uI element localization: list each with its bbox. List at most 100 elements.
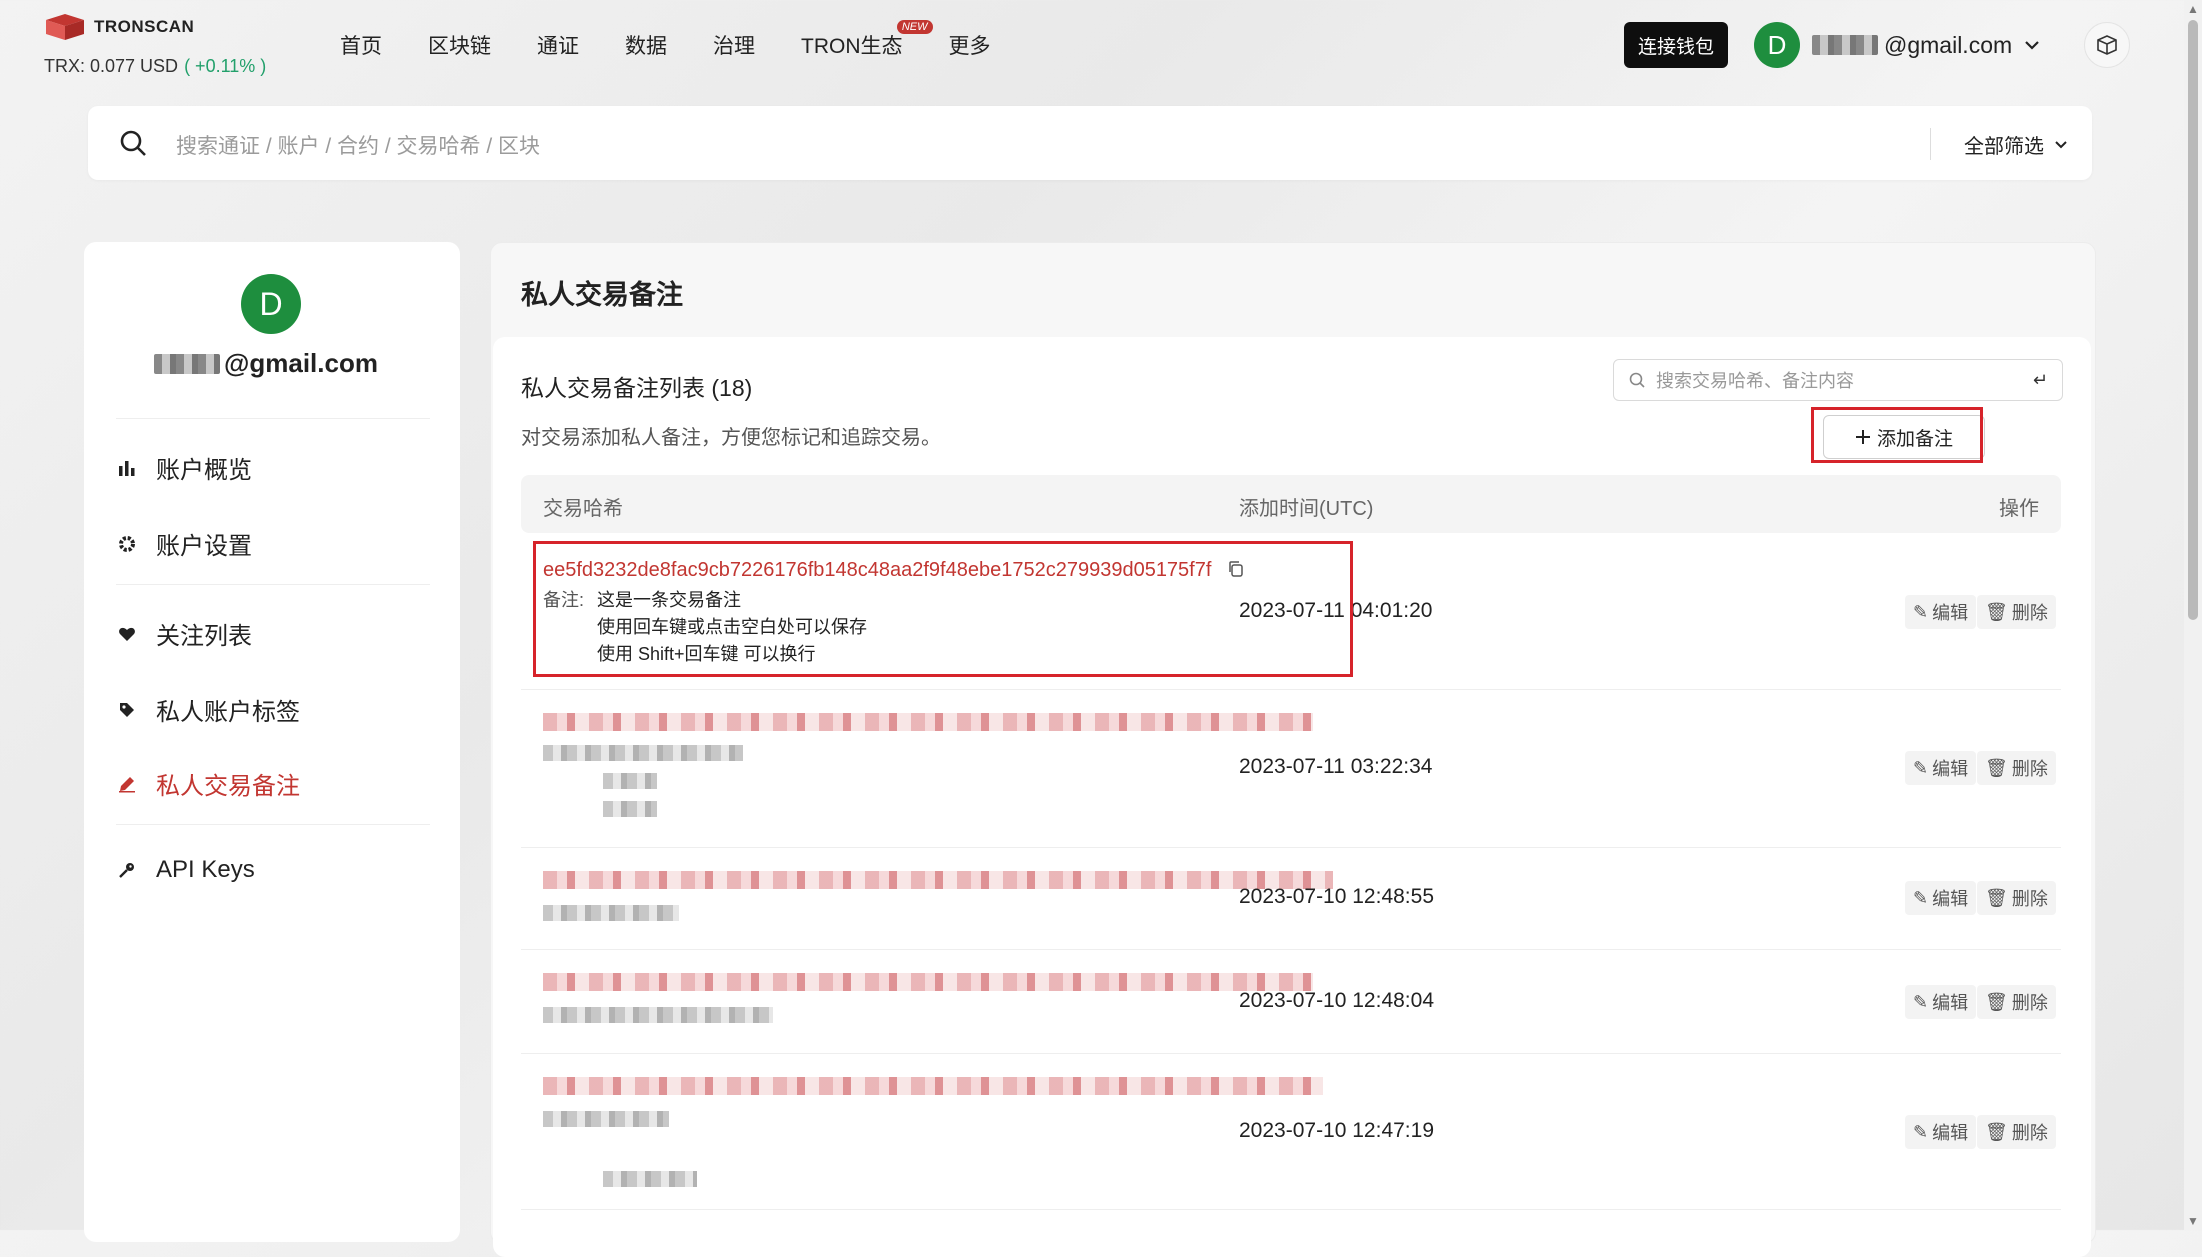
nav-item-data[interactable]: 数据 [625,30,667,60]
redacted-email-prefix [154,353,220,374]
edit-label: 编辑 [1932,759,1969,779]
redacted-tx-hash [543,713,1313,731]
highlight-box-first-row [533,541,1353,677]
edit-button[interactable]: ✎ 编辑 [1905,1115,1977,1149]
delete-button[interactable]: 🗑 删除 [1977,751,2056,785]
page-title: 私人交易备注 [521,280,683,310]
edit-label: 编辑 [1932,1123,1969,1143]
delete-label: 删除 [2011,759,2048,779]
language-button[interactable] [2084,22,2130,68]
chevron-down-icon [2025,41,2039,50]
sidebar-item-label: 私人交易备注 [156,773,300,800]
nav-item-tron-ecosystem-label: TRON生态 [801,35,903,58]
delete-button[interactable]: 🗑 删除 [1977,985,2056,1019]
sidebar-item-account-settings[interactable]: 账户设置 [116,526,252,561]
redacted-tx-hash [543,1077,1323,1095]
pencil-icon [116,775,138,793]
search-divider [1930,128,1931,160]
trx-price: TRX: 0.077 USD( +0.11% ) [44,56,266,77]
sidebar-item-private-account-tags[interactable]: 私人账户标签 [116,692,300,727]
edit-button[interactable]: ✎ 编辑 [1905,595,1977,629]
edit-icon: ✎ [1913,991,1929,1012]
sidebar-item-label: 私人账户标签 [156,699,300,726]
redacted-note [543,905,679,921]
redacted-email-prefix [1812,35,1878,55]
delete-label: 删除 [2011,1123,2048,1143]
sidebar-item-label: 关注列表 [156,623,252,650]
edit-icon: ✎ [1913,1121,1929,1142]
scroll-down-icon[interactable]: ▼ [2187,1214,2199,1228]
nav-item-tokens[interactable]: 通证 [537,30,579,60]
sidebar-avatar: D [241,274,301,334]
notes-search-input[interactable]: 搜索交易哈希、备注内容 [1656,367,2033,393]
enter-icon: ↵ [2032,369,2048,390]
search-filter-dropdown[interactable]: 全部筛选 [1964,130,2068,159]
column-header-hash: 交易哈希 [543,498,623,520]
redacted-tx-hash [543,973,1313,991]
scroll-up-icon[interactable]: ▲ [2187,2,2199,16]
delete-button[interactable]: 🗑 删除 [1977,1115,2056,1149]
redacted-note [603,1171,697,1187]
user-avatar: D [1754,22,1800,68]
nav-item-tron-ecosystem[interactable]: TRON生态 NEW [801,20,933,60]
scrollbar-thumb[interactable] [2188,20,2198,620]
column-header-time: 添加时间(UTC) [1239,498,1374,520]
bar-chart-icon [116,459,138,477]
redacted-note [603,773,657,789]
trx-price-change: ( +0.11% ) [184,56,267,76]
highlight-box-add-button [1811,407,1983,463]
tronscan-logo-icon [46,14,84,40]
edit-button[interactable]: ✎ 编辑 [1905,751,1977,785]
nav-item-governance[interactable]: 治理 [713,30,755,60]
sidebar-divider [116,584,430,585]
global-search-bar: 搜索通证 / 账户 / 合约 / 交易哈希 / 区块 全部筛选 [88,106,2092,180]
trx-price-label: TRX: 0.077 USD [44,56,179,76]
sidebar-item-account-overview[interactable]: 账户概览 [116,450,252,485]
trash-icon: 🗑 [1985,887,2008,908]
notes-list-title: 私人交易备注列表 (18) [521,375,753,401]
user-email-suffix: @gmail.com [1884,31,2013,58]
table-row: 2023-07-10 12:48:04 ✎ 编辑 🗑 删除 [521,949,2061,1054]
edit-label: 编辑 [1932,889,1969,909]
sidebar-item-label: 账户设置 [156,533,252,560]
notes-table-header: 交易哈希 添加时间(UTC) 操作 [521,475,2061,533]
notes-list-description: 对交易添加私人备注，方便您标记和追踪交易。 [521,427,941,449]
main-nav: 首页 区块链 通证 数据 治理 TRON生态 NEW 更多 [340,20,991,60]
table-row: 2023-07-10 12:47:19 ✎ 编辑 🗑 删除 [521,1053,2061,1210]
sidebar-item-api-keys[interactable]: API Keys [116,856,255,884]
edit-label: 编辑 [1932,993,1969,1013]
nav-item-home[interactable]: 首页 [340,30,382,60]
redacted-note [603,801,657,817]
sidebar-item-private-tx-notes[interactable]: 私人交易备注 [116,766,300,801]
trash-icon: 🗑 [1985,991,2008,1012]
edit-button[interactable]: ✎ 编辑 [1905,985,1977,1019]
user-menu[interactable]: D @gmail.com [1754,22,2040,68]
delete-button[interactable]: 🗑 删除 [1977,881,2056,915]
notes-search-field[interactable]: 搜索交易哈希、备注内容 ↵ [1613,359,2063,401]
nav-item-more[interactable]: 更多 [949,30,991,60]
column-header-ops: 操作 [1999,498,2039,520]
tx-note-time: 2023-07-10 12:47:19 [1239,1119,1434,1142]
page-scrollbar[interactable]: ▲ ▼ [2184,0,2202,1230]
brand-name: TRONSCAN [94,17,195,36]
redacted-tx-hash [543,871,1333,889]
search-input[interactable]: 搜索通证 / 账户 / 合约 / 交易哈希 / 区块 [176,130,540,160]
search-icon [120,130,146,156]
tx-note-time: 2023-07-10 12:48:55 [1239,885,1434,908]
sidebar-divider [116,824,430,825]
delete-label: 删除 [2011,603,2048,623]
sidebar-item-label: 账户概览 [156,457,252,484]
table-row: 2023-07-10 12:48:55 ✎ 编辑 🗑 删除 [521,847,2061,950]
delete-button[interactable]: 🗑 删除 [1977,595,2056,629]
tronscan-logo[interactable]: TRONSCAN [44,12,194,42]
new-badge: NEW [896,20,933,34]
connect-wallet-button[interactable]: 连接钱包 [1624,22,1728,68]
gear-icon [116,535,138,553]
cube-icon [2097,35,2117,55]
redacted-note [543,1111,669,1127]
edit-icon: ✎ [1913,601,1929,622]
sidebar-item-watchlist[interactable]: 关注列表 [116,616,252,651]
nav-item-blockchain[interactable]: 区块链 [428,30,491,60]
edit-button[interactable]: ✎ 编辑 [1905,881,1977,915]
trash-icon: 🗑 [1985,601,2008,622]
